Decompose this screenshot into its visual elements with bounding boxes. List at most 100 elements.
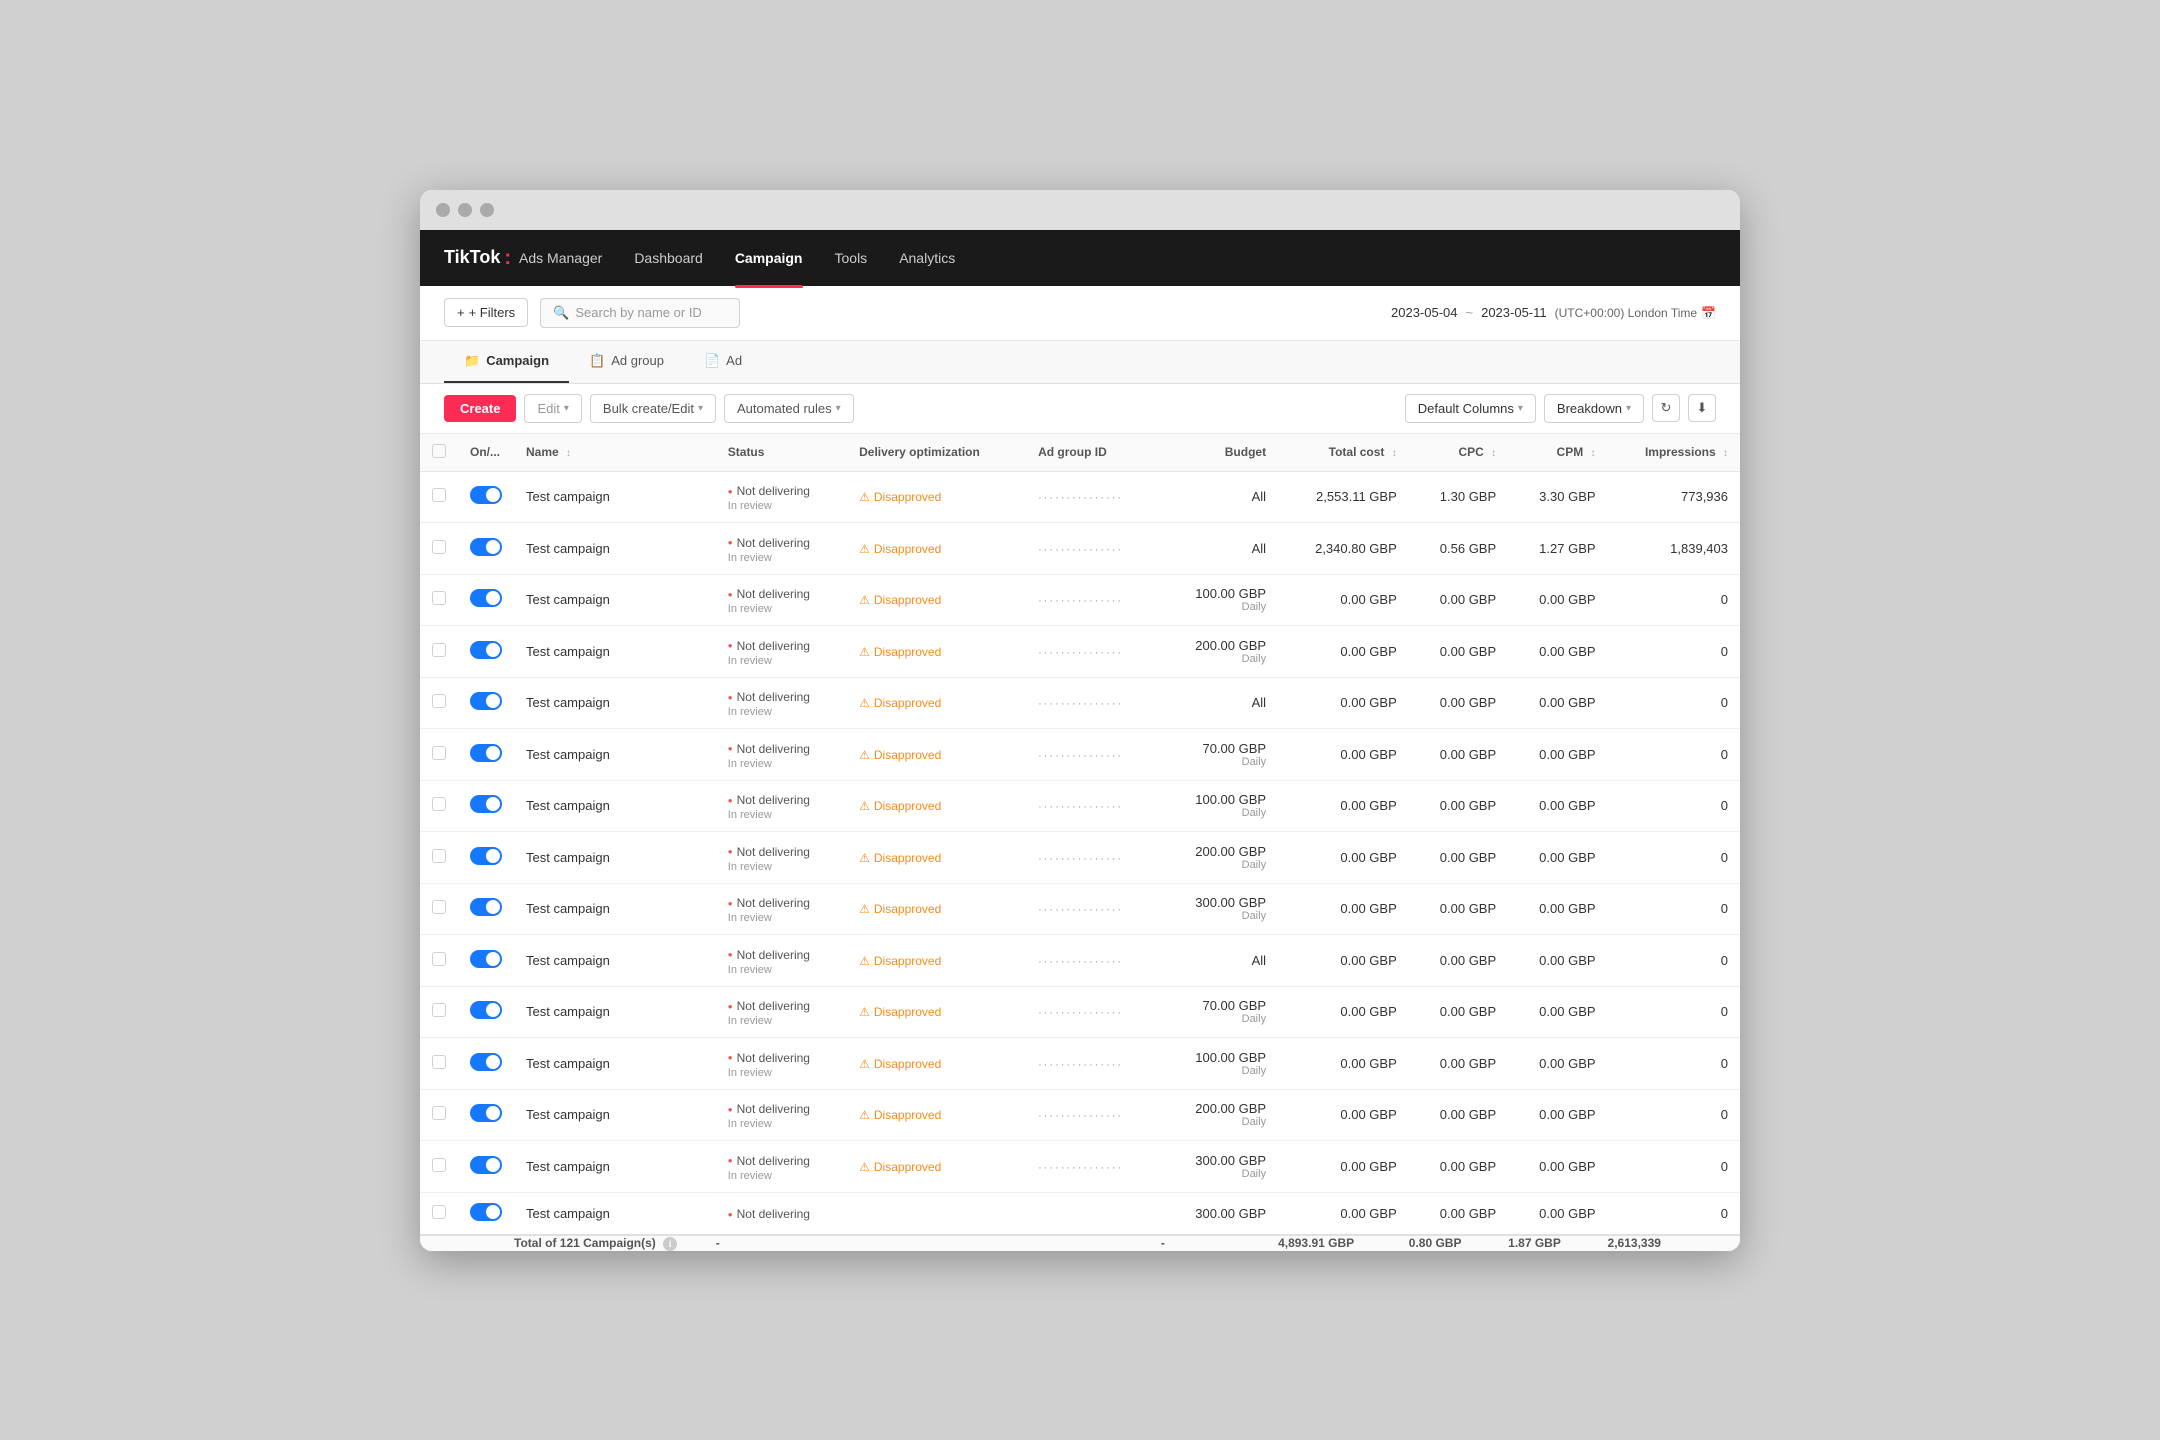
action-right: Default Columns ▾ Breakdown ▾ ↻ ⬇ — [1405, 394, 1716, 423]
row-name[interactable]: Test campaign — [514, 1038, 716, 1090]
row-checkbox[interactable] — [420, 1192, 458, 1235]
row-checkbox[interactable] — [420, 471, 458, 523]
col-name[interactable]: Name ↕ — [514, 434, 716, 472]
row-checkbox[interactable] — [420, 1141, 458, 1193]
table-footer-row: Total of 121 Campaign(s) i - - 4,893.91 … — [420, 1235, 1740, 1251]
calendar-icon[interactable]: 📅 — [1701, 306, 1716, 320]
tab-ad[interactable]: 📄 Ad — [684, 341, 762, 383]
footer-cpc: 0.80 GBP — [1409, 1235, 1508, 1251]
row-budget: 100.00 GBP Daily — [1161, 780, 1278, 832]
create-button[interactable]: Create — [444, 395, 516, 422]
refresh-button[interactable]: ↻ — [1652, 394, 1680, 422]
row-name[interactable]: Test campaign — [514, 523, 716, 575]
row-name[interactable]: Test campaign — [514, 883, 716, 935]
row-delivery: ⚠ Disapproved — [847, 574, 1026, 626]
search-icon: 🔍 — [553, 305, 569, 321]
row-toggle[interactable] — [458, 677, 514, 729]
traffic-light-max[interactable] — [480, 203, 494, 217]
row-name[interactable]: Test campaign — [514, 626, 716, 678]
row-total-cost: 2,340.80 GBP — [1278, 523, 1409, 575]
search-box[interactable]: 🔍 Search by name or ID — [540, 298, 740, 328]
col-cpc[interactable]: CPC ↕ — [1409, 434, 1508, 472]
row-cpm: 0.00 GBP — [1508, 935, 1607, 987]
row-checkbox[interactable] — [420, 935, 458, 987]
info-icon[interactable]: i — [663, 1237, 677, 1251]
download-button[interactable]: ⬇ — [1688, 394, 1716, 422]
row-status: ● Not delivering — [716, 1192, 847, 1235]
tab-campaign-label: Campaign — [486, 353, 549, 368]
tab-adgroup[interactable]: 📋 Ad group — [569, 341, 684, 383]
automated-rules-button[interactable]: Automated rules ▾ — [724, 394, 854, 423]
columns-button[interactable]: Default Columns ▾ — [1405, 394, 1536, 423]
row-checkbox[interactable] — [420, 626, 458, 678]
row-name[interactable]: Test campaign — [514, 832, 716, 884]
row-cpm: 0.00 GBP — [1508, 986, 1607, 1038]
row-toggle[interactable] — [458, 1192, 514, 1235]
col-impressions[interactable]: Impressions ↕ — [1608, 434, 1740, 472]
col-total-cost[interactable]: Total cost ↕ — [1278, 434, 1409, 472]
row-budget: 300.00 GBP Daily — [1161, 883, 1278, 935]
row-toggle[interactable] — [458, 626, 514, 678]
row-toggle[interactable] — [458, 1089, 514, 1141]
row-toggle[interactable] — [458, 935, 514, 987]
row-name[interactable]: Test campaign — [514, 986, 716, 1038]
row-name[interactable]: Test campaign — [514, 574, 716, 626]
date-start[interactable]: 2023-05-04 — [1391, 305, 1458, 320]
row-name[interactable]: Test campaign — [514, 471, 716, 523]
breakdown-button[interactable]: Breakdown ▾ — [1544, 394, 1644, 423]
traffic-light-close[interactable] — [436, 203, 450, 217]
row-checkbox[interactable] — [420, 574, 458, 626]
row-cpc: 0.00 GBP — [1409, 1141, 1508, 1193]
row-toggle[interactable] — [458, 574, 514, 626]
row-checkbox[interactable] — [420, 832, 458, 884]
row-name[interactable]: Test campaign — [514, 935, 716, 987]
nav-analytics[interactable]: Analytics — [899, 246, 955, 270]
row-checkbox[interactable] — [420, 883, 458, 935]
footer-empty — [420, 1235, 514, 1251]
table-row: Test campaign ● Not delivering In review… — [420, 626, 1740, 678]
row-total-cost: 0.00 GBP — [1278, 986, 1409, 1038]
row-toggle[interactable] — [458, 1141, 514, 1193]
row-name[interactable]: Test campaign — [514, 677, 716, 729]
row-checkbox[interactable] — [420, 1089, 458, 1141]
row-checkbox[interactable] — [420, 677, 458, 729]
bulk-create-button[interactable]: Bulk create/Edit ▾ — [590, 394, 716, 423]
filters-button[interactable]: + + Filters — [444, 298, 528, 327]
table-row: Test campaign ● Not delivering In review… — [420, 780, 1740, 832]
row-checkbox[interactable] — [420, 1038, 458, 1090]
row-impressions: 0 — [1608, 677, 1740, 729]
row-toggle[interactable] — [458, 986, 514, 1038]
date-end[interactable]: 2023-05-11 — [1481, 305, 1547, 320]
row-checkbox[interactable] — [420, 986, 458, 1038]
row-toggle[interactable] — [458, 832, 514, 884]
nav-tools[interactable]: Tools — [835, 246, 868, 270]
col-cpm[interactable]: CPM ↕ — [1508, 434, 1607, 472]
traffic-light-min[interactable] — [458, 203, 472, 217]
row-name[interactable]: Test campaign — [514, 780, 716, 832]
row-checkbox[interactable] — [420, 729, 458, 781]
tab-campaign[interactable]: 📁 Campaign — [444, 341, 569, 383]
row-status: ● Not delivering In review — [716, 626, 847, 678]
table-row: Test campaign ● Not delivering In review… — [420, 832, 1740, 884]
row-adgroup-id: ··············· — [1026, 1038, 1161, 1090]
row-impressions: 0 — [1608, 626, 1740, 678]
row-checkbox[interactable] — [420, 780, 458, 832]
row-name[interactable]: Test campaign — [514, 1141, 716, 1193]
row-name[interactable]: Test campaign — [514, 1089, 716, 1141]
row-toggle[interactable] — [458, 729, 514, 781]
row-toggle[interactable] — [458, 523, 514, 575]
nav-campaign[interactable]: Campaign — [735, 246, 803, 270]
footer-label: Total of 121 Campaign(s) i — [514, 1235, 716, 1251]
row-budget: All — [1161, 677, 1278, 729]
row-checkbox[interactable] — [420, 523, 458, 575]
row-toggle[interactable] — [458, 471, 514, 523]
row-toggle[interactable] — [458, 780, 514, 832]
nav-dashboard[interactable]: Dashboard — [634, 246, 703, 270]
row-toggle[interactable] — [458, 1038, 514, 1090]
row-name[interactable]: Test campaign — [514, 729, 716, 781]
edit-button[interactable]: Edit ▾ — [524, 394, 581, 423]
select-all-checkbox[interactable] — [432, 444, 446, 458]
row-toggle[interactable] — [458, 883, 514, 935]
row-name[interactable]: Test campaign — [514, 1192, 716, 1235]
row-adgroup-id: ··············· — [1026, 986, 1161, 1038]
